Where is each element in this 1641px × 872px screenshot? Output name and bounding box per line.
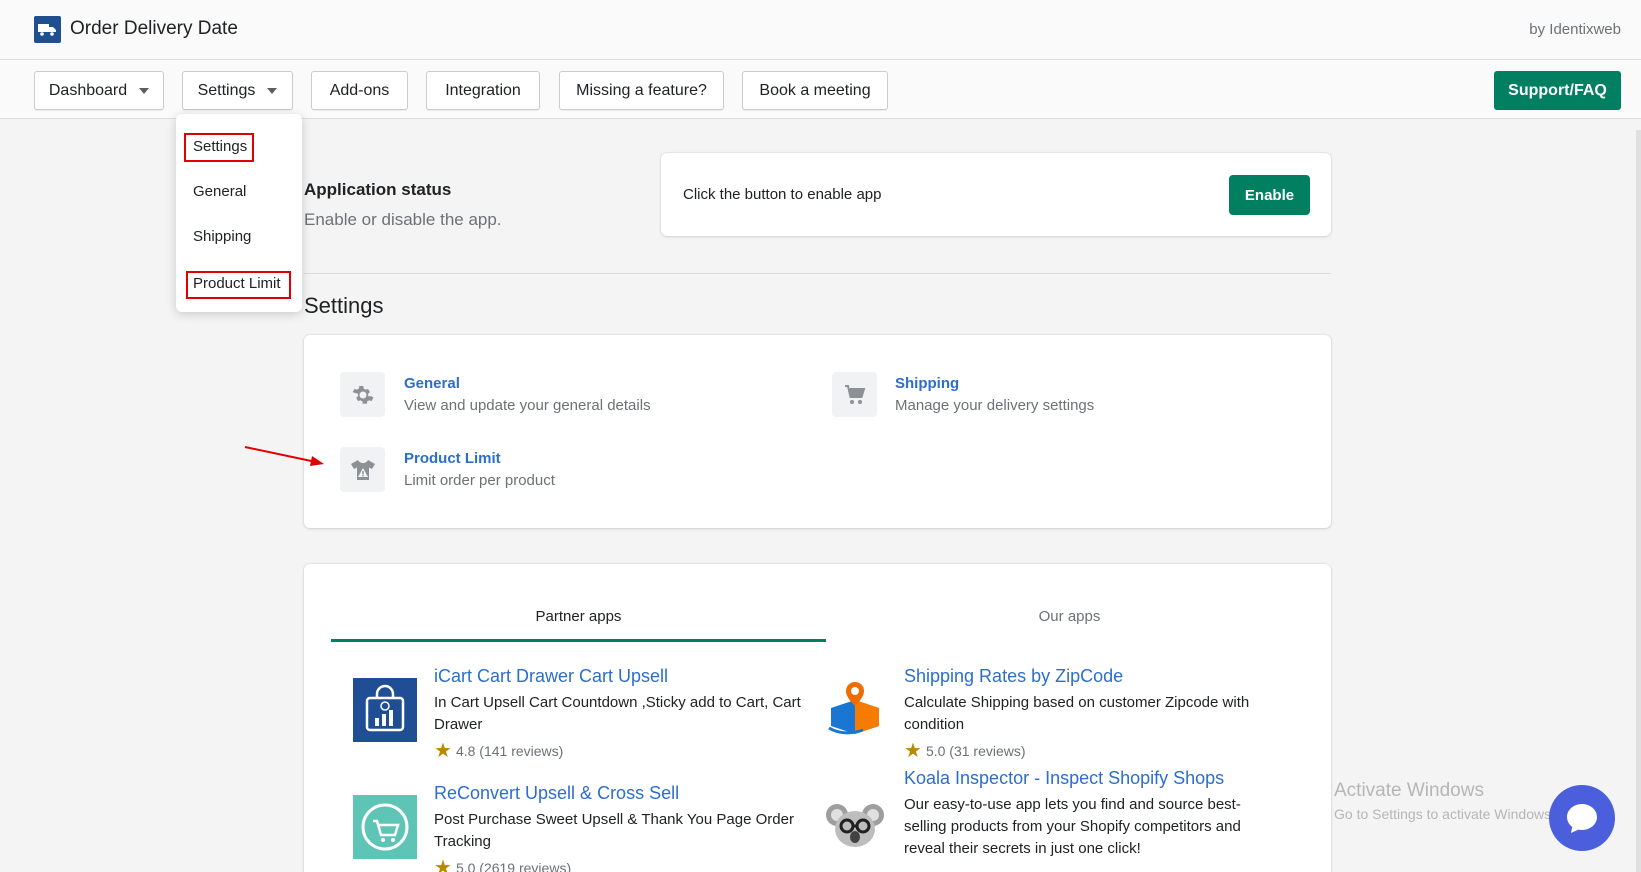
app-description: Calculate Shipping based on customer Zip… (904, 694, 1250, 733)
active-tab-indicator (331, 639, 826, 642)
star-icon: ★ (434, 857, 452, 872)
app-name-link[interactable]: Koala Inspector - Inspect Shopify Shops (904, 768, 1224, 789)
general-settings-link[interactable]: General (404, 375, 460, 392)
settings-card: General View and update your general det… (304, 335, 1331, 528)
enable-button[interactable]: Enable (1229, 175, 1310, 215)
rating-text: 5.0 (2619 reviews) (455, 859, 572, 872)
app-name-link[interactable]: Shipping Rates by ZipCode (904, 666, 1123, 687)
app-header: Order Delivery Date by Identixweb (0, 0, 1641, 60)
enable-hint: Click the button to enable app (683, 186, 882, 203)
star-icon: ★ (904, 740, 922, 762)
product-limit-settings-desc: Limit order per product (404, 472, 555, 489)
chevron-down-icon (267, 87, 278, 94)
scrollbar[interactable] (1636, 130, 1641, 872)
app-name-link[interactable]: iCart Cart Drawer Cart Upsell (434, 666, 668, 687)
book-meeting-button[interactable]: Book a meeting (742, 71, 888, 110)
app-description: In Cart Upsell Cart Countdown ,Sticky ad… (434, 694, 801, 733)
icart-logo-icon (353, 678, 417, 742)
activate-windows-watermark: Activate Windows (1334, 780, 1484, 801)
annotation-arrow-icon (244, 446, 324, 466)
shirt-warning-icon (340, 447, 385, 492)
settings-menu-button[interactable]: Settings (182, 71, 293, 110)
shipping-settings-desc: Manage your delivery settings (895, 397, 1095, 414)
addons-button[interactable]: Add-ons (311, 71, 408, 110)
cart-icon (832, 372, 877, 417)
app-status-subtitle: Enable or disable the app. (304, 210, 502, 229)
dashboard-menu-button[interactable]: Dashboard (34, 71, 164, 110)
developer-byline: by Identixweb (1529, 21, 1621, 38)
koala-logo-icon (823, 795, 887, 859)
dropdown-item-shipping[interactable]: Shipping (193, 228, 251, 245)
main-nav: Dashboard Settings Add-ons Integration M… (0, 60, 1641, 119)
chat-bubble-icon (1567, 804, 1597, 833)
settings-heading: Settings (304, 293, 384, 318)
chevron-down-icon (139, 87, 150, 94)
divider (304, 273, 1331, 274)
app-rating: ★ 5.0 (2619 reviews) (434, 855, 571, 872)
app-status-card: Click the button to enable app Enable (661, 153, 1331, 236)
tab-partner-apps[interactable]: Partner apps (331, 608, 826, 625)
delivery-truck-icon (34, 16, 61, 43)
app-rating: ★ 5.0 (31 reviews) (904, 738, 1026, 763)
general-settings-desc: View and update your general details (404, 397, 651, 414)
settings-label: Settings (197, 81, 256, 99)
product-limit-settings-link[interactable]: Product Limit (404, 450, 501, 467)
missing-feature-button[interactable]: Missing a feature? (559, 71, 724, 110)
star-icon: ★ (434, 740, 452, 762)
app-name-link[interactable]: ReConvert Upsell & Cross Sell (434, 783, 679, 804)
tab-our-apps[interactable]: Our apps (822, 608, 1317, 625)
shipping-settings-link[interactable]: Shipping (895, 375, 959, 392)
dropdown-item-settings[interactable]: Settings (193, 138, 247, 155)
dropdown-item-general[interactable]: General (193, 183, 246, 200)
app-description: Post Purchase Sweet Upsell & Thank You P… (434, 811, 794, 850)
settings-dropdown-menu: Settings General Shipping Product Limit (176, 114, 302, 312)
rating-text: 5.0 (31 reviews) (925, 742, 1026, 759)
app-status-title: Application status (304, 180, 452, 199)
integration-button[interactable]: Integration (426, 71, 540, 110)
support-faq-button[interactable]: Support/FAQ (1494, 71, 1621, 110)
chat-widget-button[interactable] (1549, 785, 1615, 851)
shipping-zipcode-logo-icon (823, 678, 887, 742)
dropdown-item-product-limit[interactable]: Product Limit (193, 275, 281, 292)
rating-text: 4.8 (141 reviews) (455, 742, 564, 759)
reconvert-logo-icon (353, 795, 417, 859)
app-description: Our easy-to-use app lets you find and so… (904, 796, 1241, 857)
dashboard-label: Dashboard (48, 81, 128, 99)
app-title: Order Delivery Date (70, 18, 238, 39)
gear-icon (340, 372, 385, 417)
app-rating: ★ 4.8 (141 reviews) (434, 738, 563, 763)
activate-windows-subtext: Go to Settings to activate Windows. (1334, 806, 1555, 822)
